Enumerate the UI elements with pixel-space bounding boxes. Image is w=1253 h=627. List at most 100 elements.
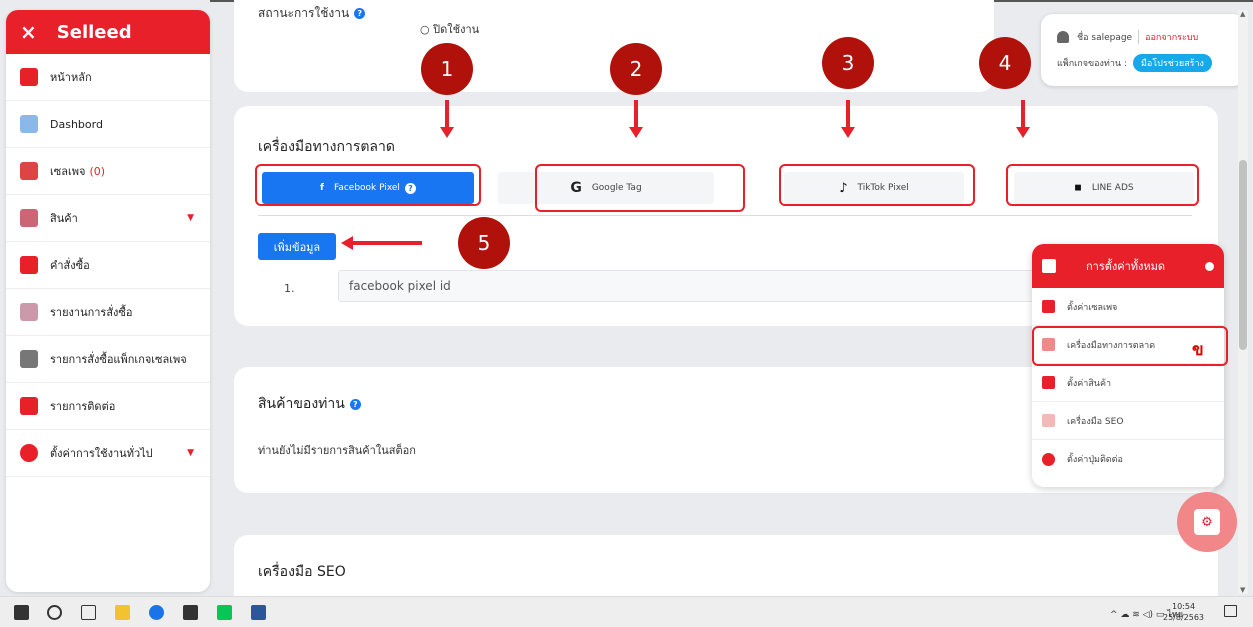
- notification-icon[interactable]: [1224, 605, 1237, 617]
- settings-fab[interactable]: ⚙: [1177, 492, 1237, 552]
- highlight-tiktok-tab: [779, 164, 975, 206]
- scroll-up-icon[interactable]: ▲: [1240, 10, 1245, 18]
- user-name: ชื่อ salepage: [1077, 33, 1133, 43]
- sidebar-item-contacts[interactable]: รายการติดต่อ: [6, 383, 210, 430]
- settings-gear-icon: [1042, 259, 1056, 273]
- sidebar-item-order-report[interactable]: รายงานการสั่งซื้อ: [6, 289, 210, 336]
- facebook-pixel-id-input[interactable]: facebook pixel id: [338, 270, 1038, 302]
- highlight-facebook-tab: [255, 164, 481, 206]
- annotation-mark: ข: [1192, 340, 1204, 360]
- annotation-number-3: 3: [822, 37, 874, 89]
- sidebar-item-products[interactable]: สินค้า ▼: [6, 195, 210, 242]
- package-label: แพ็กเกจของท่าน :: [1057, 59, 1127, 69]
- sidebar-item-label: คำสั่งซื้อ: [50, 259, 90, 272]
- logout-link[interactable]: ออกจากระบบ: [1138, 30, 1198, 44]
- task-view-icon[interactable]: [81, 605, 96, 620]
- sidebar-item-label: หน้าหลัก: [50, 71, 92, 84]
- salepage-icon: [20, 162, 38, 180]
- radio-disable[interactable]: ○ ปิดใช้งาน: [420, 20, 479, 38]
- arrow-left-5: [352, 241, 422, 245]
- annotation-number-2: 2: [610, 43, 662, 95]
- sidebar-item-salepage[interactable]: เซลเพจ (0): [6, 148, 210, 195]
- scrollbar[interactable]: ▲ ▼: [1238, 10, 1248, 594]
- taskbar: ^ ☁ ≋ ◁) ▭ ไทย 10:54 25/8/2563: [0, 596, 1253, 627]
- sidebar-item-label: ตั้งค่าการใช้งานทั่วไป: [50, 447, 153, 460]
- search-icon[interactable]: [47, 605, 62, 620]
- scroll-thumb[interactable]: [1239, 160, 1247, 350]
- sidebar-item-label: รายการติดต่อ: [50, 400, 116, 413]
- settings-item-salepage[interactable]: ตั้งค่าเซลเพจ: [1032, 288, 1224, 326]
- settings-item-contact-button[interactable]: ตั้งค่าปุ่มติดต่อ: [1032, 440, 1224, 478]
- settings-header: การตั้งค่าทั้งหมด: [1032, 244, 1224, 288]
- settings-item-label: ตั้งค่าปุ่มติดต่อ: [1067, 455, 1123, 465]
- sidebar-item-label: เซลเพจ: [50, 165, 86, 178]
- home-icon: [20, 68, 38, 86]
- arrow-down-4: [1021, 100, 1025, 128]
- sidebar-item-label: รายการสั่งซื้อแพ็กเกจเซลเพจ: [50, 353, 187, 366]
- user-panel: ชื่อ salepage ออกจากระบบ แพ็กเกจของท่าน …: [1041, 14, 1245, 86]
- package-line: แพ็กเกจของท่าน : มือโปรช่วยสร้าง: [1057, 54, 1212, 72]
- sidebar-item-home[interactable]: หน้าหลัก: [6, 54, 210, 101]
- arrow-down-3: [846, 100, 850, 128]
- settings-item-label: เครื่องมือ SEO: [1067, 416, 1124, 427]
- package-order-icon: [20, 350, 38, 368]
- arrow-head-3: [841, 127, 855, 138]
- settings-item-label: ตั้งค่าเซลเพจ: [1067, 302, 1118, 313]
- contact-icon: [1042, 452, 1055, 466]
- user-line: ชื่อ salepage ออกจากระบบ: [1057, 30, 1198, 44]
- arrow-head-5: [341, 236, 353, 250]
- store-icon: [1042, 300, 1055, 313]
- close-icon[interactable]: [1205, 262, 1214, 271]
- help-icon[interactable]: ?: [354, 8, 366, 19]
- marketing-title: เครื่องมือทางการตลาด: [258, 139, 395, 155]
- file-explorer-icon[interactable]: [115, 605, 130, 620]
- sidebar-item-dashboard[interactable]: Dashbord: [6, 101, 210, 148]
- sidebar-item-label: สินค้า: [50, 212, 78, 225]
- sidebar-item-label: Dashbord: [50, 117, 103, 131]
- highlight-google-tab: [535, 164, 745, 212]
- settings-item-products[interactable]: ตั้งค่าสินค้า: [1032, 364, 1224, 402]
- clock-time: 10:54: [1171, 602, 1196, 611]
- add-data-button[interactable]: เพิ่มข้อมูล: [258, 233, 336, 260]
- brand-logo: Selleed: [56, 21, 132, 43]
- salepage-count: (0): [89, 164, 106, 178]
- user-icon: [1057, 31, 1069, 43]
- contact-icon: [20, 397, 38, 415]
- annotation-number-1: 1: [421, 43, 473, 95]
- windows-start-icon[interactable]: [14, 605, 29, 620]
- sidebar-item-label: รายงานการสั่งซื้อ: [50, 306, 133, 319]
- status-label: สถานะการใช้งาน?: [258, 4, 366, 23]
- word-icon[interactable]: [251, 605, 266, 620]
- scroll-down-icon[interactable]: ▼: [1240, 586, 1245, 594]
- arrow-head-4: [1016, 127, 1030, 138]
- product-icon: [20, 209, 38, 227]
- row-number: 1.: [284, 282, 295, 295]
- annotation-number-4: 4: [979, 37, 1031, 89]
- app-icon[interactable]: [183, 605, 198, 620]
- sidebar-item-general-settings[interactable]: ตั้งค่าการใช้งานทั่วไป ▼: [6, 430, 210, 477]
- help-icon[interactable]: ?: [349, 398, 361, 410]
- line-app-icon[interactable]: [217, 605, 232, 620]
- sidebar-item-orders[interactable]: คำสั่งซื้อ: [6, 242, 210, 289]
- sidebar-item-package-orders[interactable]: รายการสั่งซื้อแพ็กเกจเซลเพจ: [6, 336, 210, 383]
- sidebar: × Selleed หน้าหลัก Dashbord เซลเพจ (0) ส…: [6, 10, 210, 592]
- dashboard-icon: [20, 115, 38, 133]
- sidebar-header: × Selleed: [6, 10, 210, 54]
- caret-down-icon: ▼: [187, 448, 194, 458]
- package-badge[interactable]: มือโปรช่วยสร้าง: [1132, 54, 1212, 72]
- clock[interactable]: 10:54 25/8/2563: [1163, 601, 1204, 623]
- products-empty-text: ท่านยังไม่มีรายการสินค้าในสต็อก: [258, 444, 416, 457]
- highlight-line-tab: [1006, 164, 1199, 206]
- settings-title: การตั้งค่าทั้งหมด: [1086, 260, 1166, 273]
- order-icon: [20, 256, 38, 274]
- seo-title: เครื่องมือ SEO: [258, 564, 346, 580]
- arrow-down-1: [445, 100, 449, 128]
- settings-item-seo[interactable]: เครื่องมือ SEO: [1032, 402, 1224, 440]
- report-icon: [20, 303, 38, 321]
- chrome-icon[interactable]: [149, 605, 164, 620]
- close-icon[interactable]: ×: [20, 20, 37, 44]
- arrow-head-2: [629, 127, 643, 138]
- clock-date: 25/8/2563: [1163, 613, 1205, 622]
- box-icon: [1042, 376, 1055, 389]
- seo-icon: [1042, 414, 1055, 427]
